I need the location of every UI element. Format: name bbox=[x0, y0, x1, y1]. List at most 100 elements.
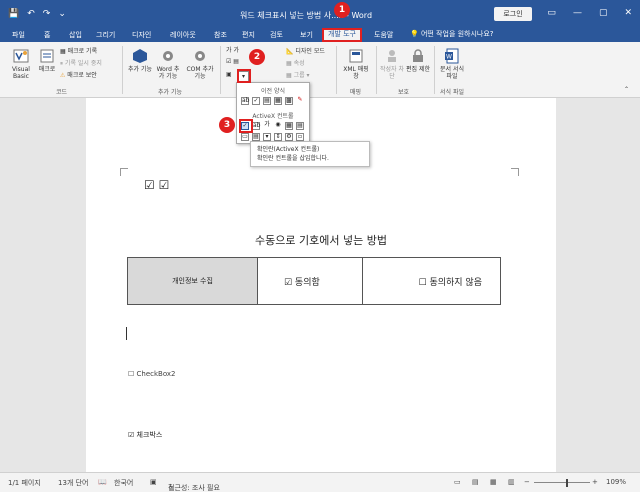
group-label: 그룹 bbox=[293, 72, 305, 79]
addins-icon bbox=[133, 49, 147, 63]
ribbon-separator bbox=[122, 46, 123, 94]
activex-toggle-icon[interactable]: ▭ bbox=[241, 133, 249, 141]
legacy-forms-row: ab ✓ ▤ ▦ ▩ ✎ bbox=[241, 97, 304, 105]
tab-view[interactable]: 보기 bbox=[296, 29, 317, 42]
ribbon-display-icon[interactable]: ▭ bbox=[547, 8, 556, 18]
proofing-icon[interactable]: 📖 bbox=[98, 478, 107, 486]
ribbon-tabs: 파일 홈 삽입 그리기 디자인 레이아웃 참조 편지 검토 보기 개발 도구 도… bbox=[0, 28, 640, 42]
agree-option[interactable]: ☑ 동의함 bbox=[256, 257, 364, 305]
window-controls: ▭ — ▢ ✕ bbox=[547, 8, 632, 18]
tooltip-description: 확인란 컨트롤을 삽입합니다. bbox=[257, 155, 329, 162]
zoom-level[interactable]: 109% bbox=[606, 478, 626, 486]
activex-more-icon[interactable]: ⚙ bbox=[285, 133, 293, 141]
macros-label: 매크로 bbox=[38, 66, 56, 73]
minimize-button[interactable]: — bbox=[573, 8, 582, 18]
rich-text-control-icon[interactable]: 가 가 bbox=[226, 45, 239, 54]
text-cursor bbox=[126, 327, 127, 340]
tab-help[interactable]: 도움말 bbox=[370, 29, 397, 42]
group-label-template: 서식 파일 bbox=[440, 89, 464, 96]
addins-button[interactable]: 추가 기능 bbox=[128, 48, 152, 73]
design-mode-icon: 📐 bbox=[286, 48, 296, 55]
activex-image-icon[interactable]: ▦ bbox=[285, 122, 293, 130]
com-addins-button[interactable]: COM 추가 기능 bbox=[186, 48, 214, 80]
properties-button[interactable]: ▦ 속성 bbox=[286, 58, 305, 67]
legacy-reset-icon[interactable]: ✎ bbox=[296, 97, 304, 105]
group-label-code: 코드 bbox=[56, 89, 68, 96]
focus-mode-icon[interactable]: ▭ bbox=[454, 478, 461, 486]
activex-command-icon[interactable]: ▫ bbox=[296, 133, 304, 141]
visual-basic-button[interactable]: Visual Basic bbox=[6, 48, 36, 80]
activex-option-icon[interactable]: ◉ bbox=[274, 122, 282, 130]
gear-icon bbox=[163, 51, 173, 61]
legacy-text-field-icon[interactable]: ab bbox=[241, 97, 250, 105]
restore-button[interactable]: ▢ bbox=[599, 8, 608, 18]
tab-references[interactable]: 참조 bbox=[210, 29, 231, 42]
legacy-checkbox-icon[interactable]: ✓ bbox=[252, 97, 260, 105]
lock-icon bbox=[413, 49, 423, 62]
tab-review[interactable]: 검토 bbox=[266, 29, 287, 42]
tab-draw[interactable]: 그리기 bbox=[92, 29, 119, 42]
macros-button[interactable]: 매크로 bbox=[36, 48, 58, 73]
checkbox-tooltip: 확인란(ActiveX 컨트롤) 확인란 컨트롤을 삽입합니다. bbox=[250, 141, 370, 167]
restrict-editing-button[interactable]: 편집 제한 bbox=[406, 48, 430, 73]
tab-file[interactable]: 파일 bbox=[8, 29, 29, 42]
tab-mailings[interactable]: 편지 bbox=[238, 29, 259, 42]
activex-combobox-icon[interactable]: ▾ bbox=[263, 133, 271, 141]
zoom-slider-thumb[interactable] bbox=[566, 479, 568, 487]
close-button[interactable]: ✕ bbox=[624, 8, 632, 18]
zoom-slider[interactable] bbox=[534, 482, 590, 483]
language-indicator[interactable]: 한국어 bbox=[114, 478, 133, 488]
tab-design[interactable]: 디자인 bbox=[128, 29, 155, 42]
group-button[interactable]: ▦ 그룹 ▾ bbox=[286, 70, 310, 79]
xml-mapping-icon bbox=[349, 49, 363, 63]
zoom-in-button[interactable]: + bbox=[592, 478, 598, 486]
legacy-frame-icon[interactable]: ▦ bbox=[274, 97, 282, 105]
activex-listbox-icon[interactable]: ▤ bbox=[252, 133, 260, 141]
visual-basic-label: Visual Basic bbox=[12, 66, 30, 80]
xml-mapping-button[interactable]: XML 매핑 창 bbox=[342, 48, 370, 80]
legacy-tools-icon[interactable]: ▣ bbox=[226, 71, 232, 78]
page-count[interactable]: 1/1 페이지 bbox=[8, 478, 41, 488]
tab-home[interactable]: 홈 bbox=[40, 29, 54, 42]
block-authors-icon bbox=[388, 50, 396, 62]
page-corner-mark bbox=[120, 168, 128, 176]
web-layout-icon[interactable]: ▥ bbox=[508, 478, 515, 486]
block-authors-button[interactable]: 작성자 차단 bbox=[380, 48, 404, 80]
activex-checkbox-2[interactable]: ☐ CheckBox2 bbox=[128, 370, 176, 378]
macro-security-button[interactable]: ⚠ 매크로 보안 bbox=[60, 70, 97, 79]
save-icon[interactable]: 💾 bbox=[8, 9, 19, 19]
tell-me-search[interactable]: 💡 어떤 작업을 원하시나요? bbox=[410, 29, 494, 39]
read-mode-icon[interactable]: ▤ bbox=[472, 478, 479, 486]
activex-label-icon[interactable]: 가 bbox=[263, 122, 271, 130]
word-count[interactable]: 13개 단어 bbox=[58, 478, 88, 488]
pause-recording-button[interactable]: ⏸ 기록 일시 중지 bbox=[60, 58, 102, 68]
document-template-button[interactable]: W 문서 서식 파일 bbox=[438, 48, 466, 80]
print-layout-icon[interactable]: ▦ bbox=[490, 478, 497, 486]
activex-spin-icon[interactable]: ⇕ bbox=[274, 133, 282, 141]
activex-scroll-icon[interactable]: ▤ bbox=[296, 122, 304, 130]
checkbox-control-icon[interactable]: ☑ ▤ bbox=[226, 58, 239, 65]
word-addins-button[interactable]: Word 추가 기능 bbox=[154, 48, 182, 80]
plain-text-control-icon[interactable]: 가 bbox=[233, 47, 239, 54]
design-mode-button[interactable]: 📐 디자인 모드 bbox=[286, 46, 325, 55]
korean-checkbox[interactable]: ☑ 체크박스 bbox=[128, 430, 162, 440]
login-button[interactable]: 로그인 bbox=[494, 7, 532, 21]
macro-record-icon[interactable]: ▣ bbox=[150, 478, 157, 486]
collapse-ribbon-icon[interactable]: ⌃ bbox=[624, 86, 629, 93]
zoom-out-button[interactable]: − bbox=[524, 478, 530, 486]
record-macro-button[interactable]: ▦ 매크로 기록 bbox=[60, 46, 97, 55]
legacy-combo-icon[interactable]: ▤ bbox=[263, 97, 271, 105]
tab-layout[interactable]: 레이아웃 bbox=[166, 29, 200, 42]
legacy-tools-gallery: 이전 양식 ab ✓ ▤ ▦ ▩ ✎ ActiveX 컨트롤 ✓ ab 가 ◉ … bbox=[236, 82, 310, 144]
vertical-scrollbar[interactable] bbox=[626, 98, 640, 472]
legacy-shading-icon[interactable]: ▩ bbox=[285, 97, 293, 105]
disagree-option[interactable]: ☐ 동의하지 않음 bbox=[362, 257, 501, 305]
word-addins-label: Word 추가 기능 bbox=[156, 66, 180, 80]
customize-qat-icon[interactable]: ⌄ bbox=[58, 9, 66, 19]
tab-developer[interactable]: 개발 도구 bbox=[322, 28, 362, 42]
undo-icon[interactable]: ↶ bbox=[27, 9, 35, 19]
activex-textbox-icon[interactable]: ab bbox=[252, 122, 261, 130]
record-macro-label: 매크로 기록 bbox=[67, 48, 98, 55]
redo-icon[interactable]: ↷ bbox=[43, 9, 51, 19]
tab-insert[interactable]: 삽입 bbox=[65, 29, 86, 42]
